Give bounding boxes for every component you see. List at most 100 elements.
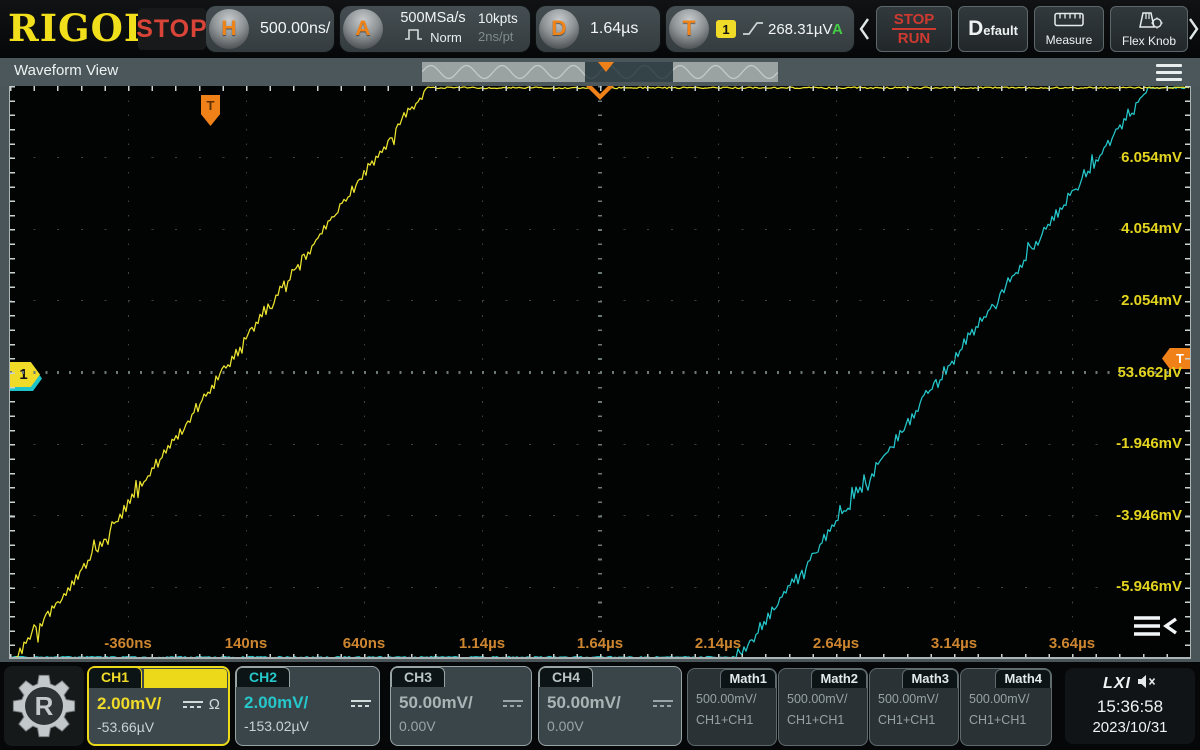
math-card-math4[interactable]: Math4 500.00mV/ CH1+CH1 xyxy=(960,668,1052,746)
gridline xyxy=(10,654,1190,659)
impedance-label: Ω xyxy=(209,696,220,713)
ch2-offset: -153.02µV xyxy=(244,718,371,734)
dc-coupling-icon xyxy=(653,700,673,707)
top-bar: RIGOL STOP H 500.00ns/ A 500MSa/s Norm 1… xyxy=(0,0,1200,58)
time-axis-label: -360ns xyxy=(104,635,152,652)
math1-tab[interactable]: Math1 xyxy=(720,669,776,688)
math3-tab[interactable]: Math3 xyxy=(902,669,958,688)
ch1-tab[interactable]: CH1 xyxy=(88,667,142,688)
math1-scale: 500.00mV/ xyxy=(696,692,768,706)
knob-icon xyxy=(1134,11,1164,32)
flex-knob-label: Flex Knob xyxy=(1122,34,1176,48)
record-overview-strip[interactable] xyxy=(422,62,778,82)
gridline xyxy=(10,371,1190,374)
horizontal-knob[interactable]: H xyxy=(209,9,249,49)
trigger-knob[interactable]: T xyxy=(669,9,709,49)
sample-resolution: 2ns/pt xyxy=(478,29,518,44)
nav-right-chevron[interactable] xyxy=(1188,16,1200,42)
display-stage: T T 1 -360ns140ns640ns1.14µs1.64µs2.14µs… xyxy=(0,86,1200,662)
run-label: RUN xyxy=(898,30,931,47)
ch2-tab[interactable]: CH2 xyxy=(236,667,290,687)
waveform-view-bar: Waveform View xyxy=(0,58,1200,86)
bottom-bar: R CH1 2.00mV/ Ω -53.66µV CH2 xyxy=(0,662,1200,750)
math3-scale: 500.00mV/ xyxy=(878,692,950,706)
volt-axis-label: -5.946mV xyxy=(1116,578,1182,595)
system-status-card[interactable]: LXI 15:36:58 2023/10/31 xyxy=(1065,668,1195,744)
ch2-scale: 2.00mV/ xyxy=(244,693,308,713)
lxi-label: LXI xyxy=(1103,675,1131,693)
delay-knob[interactable]: D xyxy=(539,9,579,49)
delay-group[interactable]: D 1.64µs xyxy=(536,6,660,52)
ch1-offset: -53.66µV xyxy=(97,719,220,735)
trigger-group[interactable]: T 1 268.31µV A xyxy=(666,6,854,52)
acquire-knob[interactable]: A xyxy=(343,9,383,49)
math4-tab[interactable]: Math4 xyxy=(995,669,1051,688)
rising-edge-icon xyxy=(742,19,764,43)
overview-trigger-marker[interactable] xyxy=(598,62,614,72)
volt-axis-label: 2.054mV xyxy=(1121,292,1182,309)
ch3-tab[interactable]: CH3 xyxy=(391,667,445,687)
pulse-icon xyxy=(404,28,426,46)
horizontal-scale-group[interactable]: H 500.00ns/ xyxy=(206,6,334,52)
volt-axis-label: -1.946mV xyxy=(1116,435,1182,452)
dc-coupling-icon xyxy=(503,700,523,707)
math1-expr: CH1+CH1 xyxy=(696,713,768,727)
time-axis-label: 1.14µs xyxy=(459,635,505,652)
ch4-offset: 0.00V xyxy=(547,718,673,734)
channel-card-ch3[interactable]: CH3 50.00mV/ 0.00V xyxy=(390,666,532,746)
math-card-math3[interactable]: Math3 500.00mV/ CH1+CH1 xyxy=(869,668,959,746)
channel-card-ch2[interactable]: CH2 2.00mV/ -153.02µV xyxy=(235,666,380,746)
math2-scale: 500.00mV/ xyxy=(787,692,859,706)
trigger-source-badge: 1 xyxy=(716,20,736,38)
speaker-muted-icon xyxy=(1137,674,1157,694)
default-button[interactable]: Default xyxy=(958,6,1028,52)
ch1-scale: 2.00mV/ xyxy=(97,694,161,714)
flex-knob-button[interactable]: Flex Knob xyxy=(1110,6,1188,52)
time-axis-label: 140ns xyxy=(225,635,268,652)
math2-tab[interactable]: Math2 xyxy=(811,669,867,688)
oscilloscope-screen: RIGOL STOP H 500.00ns/ A 500MSa/s Norm 1… xyxy=(0,0,1200,750)
ch4-tab[interactable]: CH4 xyxy=(539,667,593,687)
gear-r-letter: R xyxy=(35,691,54,721)
viewbar-menu-icon[interactable] xyxy=(1156,64,1182,85)
math4-scale: 500.00mV/ xyxy=(969,692,1043,706)
trigger-level-value: 268.31µV xyxy=(768,6,833,52)
math4-expr: CH1+CH1 xyxy=(969,713,1043,727)
volt-axis-label: 6.054mV xyxy=(1121,149,1182,166)
math2-expr: CH1+CH1 xyxy=(787,713,859,727)
time-axis-label: 2.64µs xyxy=(813,635,859,652)
grid-menu-icon[interactable] xyxy=(1132,613,1180,641)
measure-label: Measure xyxy=(1046,33,1093,47)
horizontal-scale-value: 500.00ns/ xyxy=(260,6,330,52)
delay-value: 1.64µs xyxy=(590,6,638,52)
stop-run-button[interactable]: STOP RUN xyxy=(876,6,952,52)
math-card-math2[interactable]: Math2 500.00mV/ CH1+CH1 xyxy=(778,668,868,746)
ch1-active-fill xyxy=(144,669,227,688)
gridline xyxy=(10,86,1190,91)
trigger-status: A xyxy=(832,6,843,52)
math-card-math1[interactable]: Math1 500.00mV/ CH1+CH1 xyxy=(687,668,777,746)
ch4-scale: 50.00mV/ xyxy=(547,693,621,713)
dc-coupling-icon xyxy=(183,701,203,708)
system-date: 2023/10/31 xyxy=(1065,719,1195,736)
volt-axis-label: -3.946mV xyxy=(1116,507,1182,524)
channel-card-ch1[interactable]: CH1 2.00mV/ Ω -53.66µV xyxy=(87,666,230,746)
acquire-group[interactable]: A 500MSa/s Norm 10kpts 2ns/pt xyxy=(340,6,530,52)
time-axis-label: 3.14µs xyxy=(931,635,977,652)
rigol-gear-logo[interactable]: R xyxy=(4,666,84,746)
nav-left-chevron[interactable] xyxy=(858,16,870,42)
gridline xyxy=(10,86,15,659)
channel-card-ch4[interactable]: CH4 50.00mV/ 0.00V xyxy=(538,666,682,746)
view-title: Waveform View xyxy=(14,62,118,79)
sample-rate: 500MSa/s xyxy=(390,10,476,26)
time-axis-label: 2.14µs xyxy=(695,635,741,652)
system-time: 15:36:58 xyxy=(1065,697,1195,717)
dc-coupling-icon xyxy=(351,700,371,707)
waveform-grid[interactable]: T T 1 -360ns140ns640ns1.14µs1.64µs2.14µs… xyxy=(9,86,1191,659)
ruler-icon xyxy=(1054,12,1084,30)
measure-button[interactable]: Measure xyxy=(1034,6,1104,52)
acquisition-status: STOP xyxy=(138,8,206,50)
math3-expr: CH1+CH1 xyxy=(878,713,950,727)
time-axis-label: 640ns xyxy=(343,635,386,652)
volt-axis-label: 4.054mV xyxy=(1121,220,1182,237)
